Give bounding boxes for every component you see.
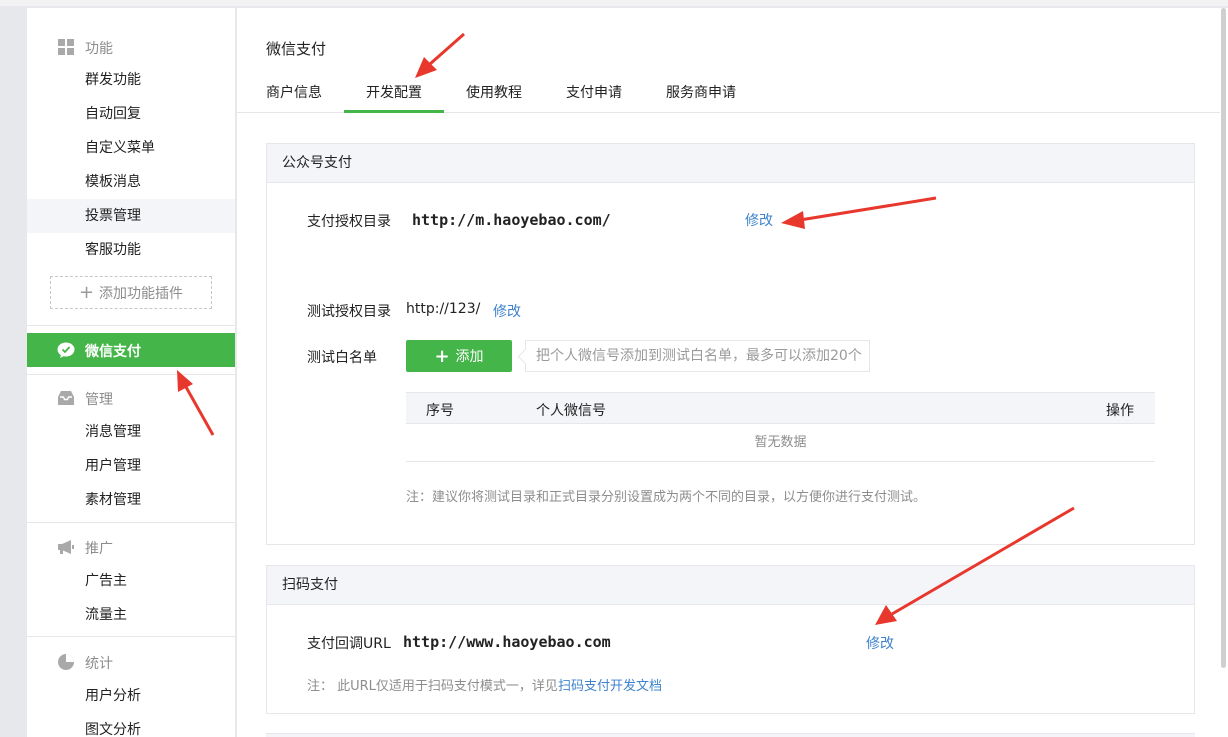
- tab-dev-config[interactable]: 开发配置: [366, 82, 422, 102]
- col-wechat-id: 个人微信号: [536, 403, 606, 419]
- col-index: 序号: [426, 403, 454, 419]
- sidebar-item-message-management[interactable]: 消息管理: [27, 415, 235, 449]
- sidebar-item-mass-send[interactable]: 群发功能: [27, 63, 235, 97]
- add-plugin-label: 添加功能插件: [99, 285, 184, 302]
- sidebar-heading-label: 统计: [85, 656, 113, 672]
- callback-url-modify-link[interactable]: 修改: [866, 633, 894, 653]
- official-account-pay-panel: 公众号支付 支付授权目录 http://m.haoyebao.com/ 修改 测…: [266, 143, 1195, 545]
- sidebar-heading-statistics: 统计: [27, 645, 235, 679]
- whitelist-hint-box[interactable]: 把个人微信号添加到测试白名单，最多可以添加20个: [525, 340, 870, 372]
- sidebar-item-label: 微信支付: [85, 344, 141, 360]
- tab-tutorial[interactable]: 使用教程: [466, 82, 522, 102]
- main-content: 微信支付 商户信息 开发配置 使用教程 支付申请 服务商申请 公众号支付 支付授…: [237, 8, 1220, 737]
- panel-title: 扫码支付: [267, 566, 1194, 605]
- scan-pay-note: 注： 此URL仅适用于扫码支付模式一，详见: [307, 679, 558, 694]
- empty-table-text: 暂无数据: [406, 424, 1155, 462]
- callback-url-label: 支付回调URL: [307, 636, 391, 652]
- scan-pay-panel: 扫码支付 支付回调URL http://www.haoyebao.com 修改 …: [266, 565, 1195, 714]
- sidebar-item-publisher[interactable]: 流量主: [27, 598, 235, 632]
- left-gutter: [0, 6, 27, 737]
- wechat-pay-icon: [57, 341, 75, 359]
- test-dir-label: 测试授权目录: [307, 304, 391, 320]
- active-tab-indicator: [344, 110, 444, 113]
- inbox-icon: [57, 389, 75, 407]
- callback-url-value: http://www.haoyebao.com: [403, 633, 611, 651]
- sidebar-item-custom-menu[interactable]: 自定义菜单: [27, 131, 235, 165]
- sidebar-heading-functions: 功能: [27, 30, 235, 64]
- sidebar-divider: [27, 374, 235, 375]
- sidebar-item-advertiser[interactable]: 广告主: [27, 564, 235, 598]
- sidebar-heading-label: 功能: [85, 41, 113, 57]
- pie-chart-icon: [57, 653, 75, 671]
- dir-note: 注：建议你将测试目录和正式目录分别设置成为两个不同的目录，以方便你进行支付测试。: [406, 490, 927, 505]
- sidebar-heading-label: 管理: [85, 392, 113, 408]
- next-panel-edge: [266, 733, 1195, 737]
- sidebar-divider: [27, 636, 235, 637]
- sidebar-item-user-management[interactable]: 用户管理: [27, 449, 235, 483]
- sidebar-heading-promotion: 推广: [27, 530, 235, 564]
- sidebar-heading-management: 管理: [27, 381, 235, 415]
- col-actions: 操作: [1106, 403, 1134, 419]
- auth-dir-modify-link[interactable]: 修改: [745, 210, 773, 230]
- scrollbar-thumb[interactable]: [1221, 8, 1226, 668]
- whitelist-label: 测试白名单: [307, 350, 377, 366]
- sidebar: 功能 群发功能 自动回复 自定义菜单 模板消息 投票管理 客服功能 + 添加功能…: [27, 8, 236, 737]
- megaphone-icon: [57, 538, 75, 556]
- sidebar-item-wechat-pay[interactable]: 微信支付: [27, 333, 235, 367]
- sidebar-divider: [27, 325, 235, 326]
- tab-merchant-info[interactable]: 商户信息: [266, 82, 322, 102]
- whitelist-table-header: 序号 个人微信号 操作: [406, 392, 1155, 424]
- test-dir-value: http://123/: [406, 301, 481, 317]
- top-border: [0, 0, 1228, 6]
- sidebar-item-article-analysis[interactable]: 图文分析: [27, 713, 235, 737]
- sidebar-item-vote-management[interactable]: 投票管理: [27, 199, 235, 233]
- page-title: 微信支付: [266, 40, 327, 58]
- plus-icon: +: [78, 282, 95, 303]
- sidebar-item-auto-reply[interactable]: 自动回复: [27, 97, 235, 131]
- grid-icon: [57, 38, 75, 56]
- add-whitelist-button[interactable]: + 添加: [406, 340, 512, 372]
- sidebar-heading-label: 推广: [85, 541, 113, 557]
- sidebar-item-customer-service[interactable]: 客服功能: [27, 233, 235, 267]
- tab-pay-apply[interactable]: 支付申请: [566, 82, 622, 102]
- sidebar-item-material-management[interactable]: 素材管理: [27, 483, 235, 517]
- tab-bar: 商户信息 开发配置 使用教程 支付申请 服务商申请: [237, 78, 1220, 113]
- test-dir-modify-link[interactable]: 修改: [493, 301, 521, 321]
- auth-dir-label: 支付授权目录: [307, 214, 391, 230]
- add-button-label: 添加: [455, 349, 484, 365]
- auth-dir-value: http://m.haoyebao.com/: [412, 211, 611, 229]
- sidebar-item-user-analysis[interactable]: 用户分析: [27, 679, 235, 713]
- sidebar-divider: [27, 522, 235, 523]
- scan-pay-doc-link[interactable]: 扫码支付开发文档: [558, 679, 662, 694]
- panel-title: 公众号支付: [267, 144, 1194, 183]
- tab-service-provider-apply[interactable]: 服务商申请: [666, 82, 736, 102]
- sidebar-item-template-message[interactable]: 模板消息: [27, 165, 235, 199]
- plus-icon: +: [434, 345, 450, 367]
- add-plugin-button[interactable]: + 添加功能插件: [50, 276, 212, 309]
